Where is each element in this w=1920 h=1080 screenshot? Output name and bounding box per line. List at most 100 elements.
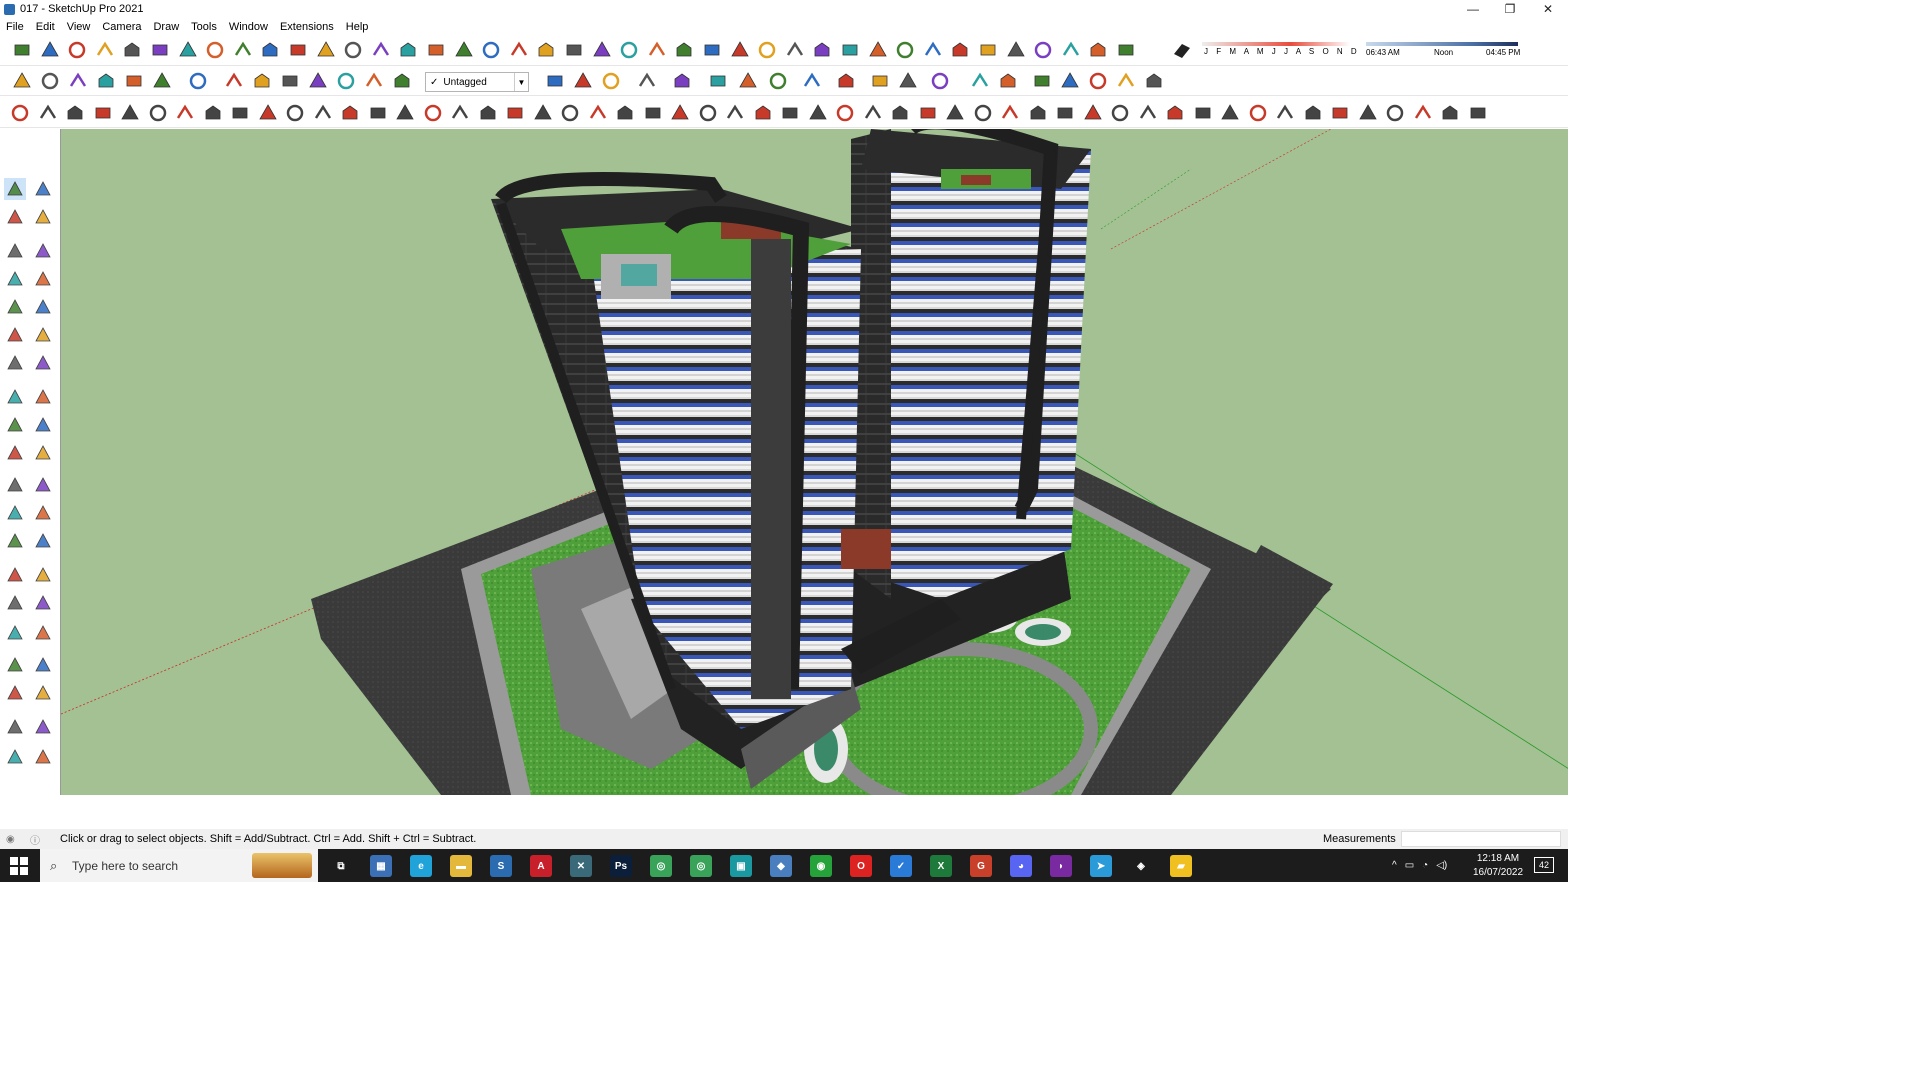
toolbar-tool-icon[interactable] [1088, 71, 1108, 91]
toolbar-tool-icon[interactable] [708, 71, 728, 91]
toolbar-tool-icon[interactable] [1248, 103, 1268, 123]
toolbar-tool-icon[interactable] [426, 40, 446, 60]
toolbar-tool-icon[interactable] [898, 71, 918, 91]
toolbar-tool-icon[interactable] [1440, 103, 1460, 123]
toolbar-tool-icon[interactable] [481, 40, 501, 60]
taskbar-clock[interactable]: 12:18 AM 16/07/2022 [1470, 852, 1526, 880]
left-tool-icon[interactable] [4, 268, 26, 290]
left-tool-icon[interactable] [4, 592, 26, 614]
toolbar-tool-icon[interactable] [978, 40, 998, 60]
left-tool-icon[interactable] [4, 564, 26, 586]
toolbar-tool-icon[interactable] [368, 103, 388, 123]
toolbar-tool-icon[interactable] [1138, 103, 1158, 123]
file-explorer-icon[interactable]: ▬ [450, 855, 472, 877]
left-tool-icon[interactable] [32, 746, 54, 768]
toolbar-tool-icon[interactable] [1358, 103, 1378, 123]
toolbar-tool-icon[interactable] [38, 103, 58, 123]
toolbar-tool-icon[interactable] [93, 103, 113, 123]
toolbar-tool-icon[interactable] [780, 103, 800, 123]
toolbar-tool-icon[interactable] [672, 71, 692, 91]
toolbar-tool-icon[interactable] [288, 40, 308, 60]
chevron-down-icon[interactable]: ▼ [514, 73, 528, 91]
toolbar-tool-icon[interactable] [812, 40, 832, 60]
toolbar-tool-icon[interactable] [930, 71, 950, 91]
left-tool-icon[interactable] [32, 682, 54, 704]
left-tool-icon[interactable] [4, 622, 26, 644]
app-icon-3[interactable]: ◆ [770, 855, 792, 877]
toolbar-tool-icon[interactable] [67, 40, 87, 60]
left-tool-icon[interactable] [32, 654, 54, 676]
left-tool-icon[interactable] [32, 352, 54, 374]
tray-network-icon[interactable]: ▭ [1405, 860, 1414, 871]
toolbar-tool-icon[interactable] [371, 40, 391, 60]
toolbar-tool-icon[interactable] [509, 40, 529, 60]
toolbar-tool-icon[interactable] [840, 40, 860, 60]
app-icon-4[interactable]: ◗ [1050, 855, 1072, 877]
minimize-button[interactable]: — [1455, 0, 1491, 18]
toolbar-tool-icon[interactable] [233, 40, 253, 60]
left-tool-icon[interactable] [4, 502, 26, 524]
left-tool-icon[interactable] [32, 530, 54, 552]
toolbar-tool-icon[interactable] [670, 103, 690, 123]
toolbar-tool-icon[interactable] [10, 103, 30, 123]
toolbar-tool-icon[interactable] [808, 103, 828, 123]
left-tool-icon[interactable] [4, 442, 26, 464]
menu-file[interactable]: File [0, 21, 30, 33]
telegram-icon[interactable]: ➤ [1090, 855, 1112, 877]
left-tool-icon[interactable] [32, 296, 54, 318]
measurements-input[interactable] [1401, 831, 1561, 847]
sketchup-taskbar-icon[interactable]: S [490, 855, 512, 877]
toolbar-tool-icon[interactable] [802, 71, 822, 91]
edge-icon[interactable]: e [410, 855, 432, 877]
toolbar-tool-icon[interactable] [450, 103, 470, 123]
toolbar-tool-icon[interactable] [1006, 40, 1026, 60]
toolbar-tool-icon[interactable] [203, 103, 223, 123]
left-tool-icon[interactable] [4, 474, 26, 496]
toolbar-tool-icon[interactable] [725, 103, 745, 123]
chrome-icon[interactable]: ◎ [650, 855, 672, 877]
toolbar-tool-icon[interactable] [120, 103, 140, 123]
toolbar-tool-icon[interactable] [835, 103, 855, 123]
toolbar-tool-icon[interactable] [205, 40, 225, 60]
left-tool-icon[interactable] [4, 530, 26, 552]
tray-wifi-icon[interactable]: ◔ [1422, 860, 1428, 871]
left-tool-icon[interactable] [32, 324, 54, 346]
toolbar-tool-icon[interactable] [40, 71, 60, 91]
toolbar-tool-icon[interactable] [970, 71, 990, 91]
left-tool-icon[interactable] [32, 206, 54, 228]
left-tool-icon[interactable] [4, 296, 26, 318]
toolbar-tool-icon[interactable] [1032, 71, 1052, 91]
left-tool-icon[interactable] [32, 502, 54, 524]
toolbar-tool-icon[interactable] [1220, 103, 1240, 123]
left-tool-icon[interactable] [4, 654, 26, 676]
left-tool-icon[interactable] [4, 746, 26, 768]
grammarly-icon[interactable]: G [970, 855, 992, 877]
toolbar-tool-icon[interactable] [647, 40, 667, 60]
toolbar-tool-icon[interactable] [340, 103, 360, 123]
toolbar-tool-icon[interactable] [973, 103, 993, 123]
toolbar-tool-icon[interactable] [863, 103, 883, 123]
toolbar-tool-icon[interactable] [1060, 71, 1080, 91]
task-view-icon[interactable]: ⧉ [330, 855, 352, 877]
toolbar-tool-icon[interactable] [1330, 103, 1350, 123]
toolbar-tool-icon[interactable] [260, 40, 280, 60]
toolbar-tool-icon[interactable] [637, 71, 657, 91]
toolbar-tool-icon[interactable] [230, 103, 250, 123]
toolbar-tool-icon[interactable] [423, 103, 443, 123]
toolbar-tool-icon[interactable] [40, 40, 60, 60]
toolbar-tool-icon[interactable] [316, 40, 336, 60]
toolbar-tool-icon[interactable] [1033, 40, 1053, 60]
toolbar-tool-icon[interactable] [918, 103, 938, 123]
toolbar-tool-icon[interactable] [643, 103, 663, 123]
toolbar-tool-icon[interactable] [698, 103, 718, 123]
toolbar-tool-icon[interactable] [1303, 103, 1323, 123]
toolbar-tool-icon[interactable] [1116, 71, 1136, 91]
toolbar-tool-icon[interactable] [945, 103, 965, 123]
toolbar-tool-icon[interactable] [533, 103, 553, 123]
toolbar-tool-icon[interactable] [560, 103, 580, 123]
toolbar-tool-icon[interactable] [398, 40, 418, 60]
left-tool-icon[interactable] [4, 324, 26, 346]
left-tool-icon[interactable] [32, 240, 54, 262]
toolbar-tool-icon[interactable] [785, 40, 805, 60]
menu-window[interactable]: Window [223, 21, 274, 33]
